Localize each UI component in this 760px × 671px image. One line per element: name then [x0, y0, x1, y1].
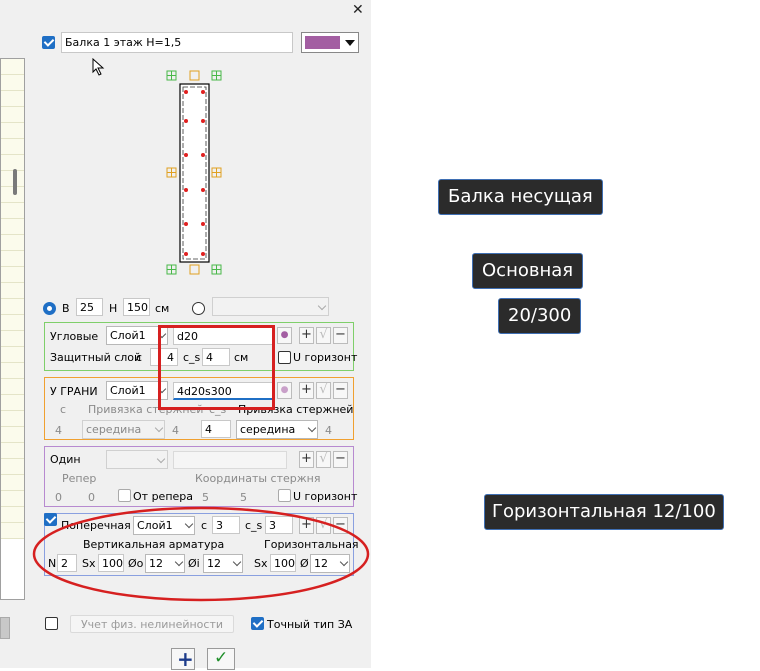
list-side-button[interactable]	[0, 617, 10, 639]
annotation-tip-beam: Балка несущая	[438, 179, 603, 215]
checkmark-icon: ✓	[214, 648, 229, 668]
nonlinear-checkbox[interactable]	[45, 617, 58, 630]
unit-label: см	[155, 302, 170, 315]
remove-icon[interactable]: −	[333, 451, 348, 468]
coords-label: Координаты стержня	[195, 472, 321, 485]
add-icon[interactable]: +	[299, 327, 314, 344]
edge-right-value: 4	[325, 424, 332, 437]
size-radio-profile[interactable]	[192, 302, 205, 315]
h-label: H	[109, 302, 118, 315]
check-icon[interactable]: √	[316, 382, 331, 399]
check-icon[interactable]: √	[316, 451, 331, 468]
highlight-ellipse	[32, 506, 370, 602]
annotation-tip-main: Основная	[472, 253, 584, 289]
section-diagram	[166, 70, 222, 275]
profile-select[interactable]	[212, 297, 329, 316]
cover-c-label: с	[136, 351, 143, 364]
single-layer-select[interactable]	[106, 450, 168, 469]
edge-mid-value: 4	[172, 424, 179, 437]
check-icon[interactable]: √	[316, 327, 331, 344]
chevron-down-icon	[345, 40, 355, 46]
b-label: B	[62, 302, 70, 315]
nonlinear-button[interactable]: Учет физ. нелинейности	[70, 615, 234, 633]
palette-icon[interactable]: ●	[277, 382, 292, 399]
add-icon[interactable]: +	[299, 382, 314, 399]
remove-icon[interactable]: −	[333, 382, 348, 399]
close-icon[interactable]: ✕	[352, 2, 364, 18]
corner-label: Угловые	[50, 330, 99, 343]
exact-type-checkbox[interactable]	[251, 617, 264, 630]
add-section-button[interactable]: +	[171, 647, 195, 671]
ref-label: Репер	[62, 472, 97, 485]
size-radio-bh[interactable]	[43, 302, 56, 315]
apply-button[interactable]: ✓	[207, 648, 235, 670]
element-list[interactable]	[0, 58, 25, 600]
palette-icon[interactable]: ●	[277, 327, 292, 344]
highlight-rectangle	[158, 325, 275, 410]
corner-u-label: U горизонт	[293, 351, 358, 364]
edge-cs-field[interactable]: 4	[201, 420, 231, 438]
remove-icon[interactable]: −	[333, 327, 348, 344]
edge-c-label: с	[60, 403, 67, 416]
plus-icon: +	[177, 647, 194, 671]
corner-u-checkbox[interactable]	[278, 351, 291, 364]
color-swatch	[305, 36, 340, 49]
edge-c-value: 4	[55, 424, 62, 437]
annotation-tip-horizontal: Горизонтальная 12/100	[484, 494, 724, 530]
add-icon[interactable]: +	[299, 451, 314, 468]
edge-anchor-select-2[interactable]: середина	[236, 420, 318, 439]
mouse-cursor-icon	[92, 58, 105, 76]
list-scrollbar[interactable]	[13, 169, 17, 195]
edge-label: У ГРАНИ	[50, 385, 98, 398]
h-field[interactable]: 150	[123, 298, 150, 316]
b-field[interactable]: 25	[76, 298, 103, 316]
single-label: Один	[50, 453, 81, 466]
color-picker[interactable]	[301, 32, 359, 53]
annotation-tip-spacing: 20/300	[498, 298, 582, 334]
edge-anchor-select-1[interactable]: середина	[82, 420, 165, 439]
section-name-field[interactable]: Балка 1 этаж H=1,5	[61, 32, 293, 53]
single-rebar-field[interactable]	[173, 451, 287, 469]
cover-label: Защитный слой	[50, 351, 142, 364]
enable-checkbox[interactable]	[42, 36, 55, 49]
exact-type-label: Точный тип ЗА	[267, 618, 353, 631]
